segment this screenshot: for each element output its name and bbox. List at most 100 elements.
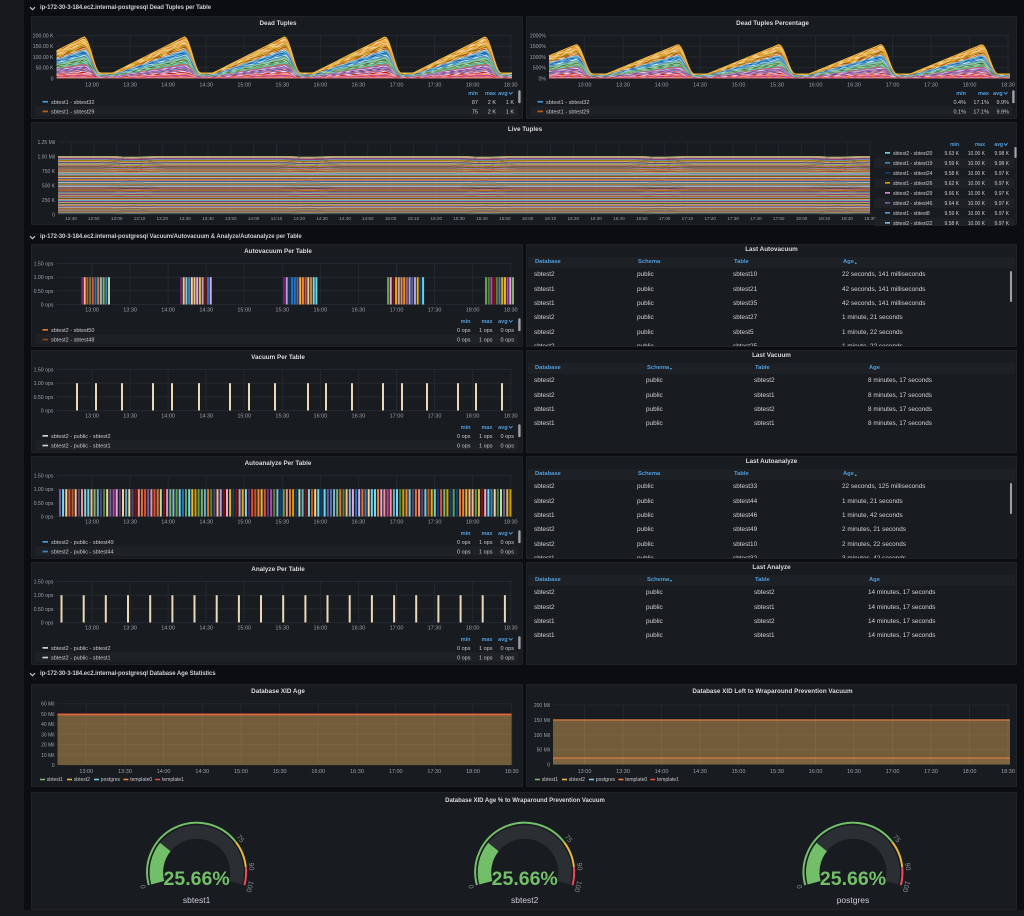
svg-text:15:20: 15:20 [431, 216, 443, 221]
svg-text:15:00: 15:00 [237, 308, 251, 314]
svg-text:16:00: 16:00 [314, 83, 328, 89]
svg-text:13:00: 13:00 [85, 308, 99, 314]
svg-text:500 K: 500 K [42, 184, 56, 190]
svg-text:1.50 ops: 1.50 ops [34, 262, 54, 268]
svg-text:1500%: 1500% [530, 44, 547, 50]
svg-text:1.25 Mil: 1.25 Mil [37, 140, 55, 146]
svg-text:0 ops: 0 ops [457, 540, 471, 546]
svg-text:0 ops: 0 ops [457, 444, 471, 450]
svg-text:16:30: 16:30 [352, 83, 366, 89]
svg-text:min: min [461, 531, 471, 537]
svg-text:18:20: 18:20 [841, 216, 853, 221]
svg-text:13:30: 13:30 [616, 769, 630, 775]
svg-text:13:00: 13:00 [578, 769, 592, 775]
svg-text:14:00: 14:00 [655, 83, 669, 89]
svg-text:13:30: 13:30 [123, 308, 137, 314]
svg-text:15:30: 15:30 [275, 520, 289, 526]
svg-text:14:00: 14:00 [248, 216, 260, 221]
svg-text:0 ops: 0 ops [41, 621, 54, 627]
svg-text:14:30: 14:30 [316, 216, 328, 221]
svg-text:14:30: 14:30 [199, 626, 213, 632]
svg-text:17:00: 17:00 [886, 769, 900, 775]
svg-text:16:50: 16:50 [636, 216, 648, 221]
svg-text:17:00: 17:00 [390, 520, 404, 526]
svg-text:14:30: 14:30 [693, 769, 707, 775]
svg-text:16:20: 16:20 [568, 216, 580, 221]
svg-text:0%: 0% [539, 76, 547, 82]
svg-text:Database XID Age: Database XID Age [251, 688, 305, 695]
svg-text:sbtest2 - public - sbtest2: sbtest2 - public - sbtest2 [51, 434, 111, 440]
svg-text:16:00: 16:00 [522, 216, 534, 221]
svg-text:500%: 500% [533, 66, 547, 72]
svg-text:9.9%: 9.9% [996, 110, 1009, 116]
svg-text:10.00 K: 10.00 K [968, 151, 986, 157]
svg-text:17:30: 17:30 [428, 626, 442, 632]
svg-text:14:00: 14:00 [161, 83, 175, 89]
svg-text:18:00: 18:00 [466, 520, 480, 526]
svg-text:0 ops: 0 ops [501, 338, 515, 344]
svg-text:sbtest1: sbtest1 [183, 895, 211, 905]
svg-text:12:40: 12:40 [65, 216, 77, 221]
svg-text:14:30: 14:30 [199, 83, 213, 89]
svg-text:0 ops: 0 ops [457, 656, 471, 662]
svg-text:0: 0 [796, 883, 804, 889]
svg-text:9.97 K: 9.97 K [995, 181, 1010, 187]
svg-text:100.00 K: 100.00 K [33, 55, 54, 61]
svg-text:9.97 K: 9.97 K [995, 221, 1010, 226]
svg-text:1.00 Mil: 1.00 Mil [37, 155, 55, 161]
svg-text:15:00: 15:00 [237, 626, 251, 632]
svg-text:10.00 K: 10.00 K [968, 221, 986, 226]
svg-text:14:30: 14:30 [199, 520, 213, 526]
svg-text:750 K: 750 K [42, 169, 56, 175]
svg-text:1.50 ops: 1.50 ops [34, 580, 54, 586]
svg-text:10.00 K: 10.00 K [968, 191, 986, 197]
svg-text:9.97 K: 9.97 K [995, 211, 1010, 217]
svg-text:13:30: 13:30 [179, 216, 191, 221]
svg-text:16:30: 16:30 [590, 216, 602, 221]
svg-text:14:00: 14:00 [157, 769, 171, 775]
svg-text:10.00 K: 10.00 K [968, 161, 986, 167]
svg-text:14:30: 14:30 [199, 414, 213, 420]
svg-text:avg: avg [498, 91, 507, 97]
svg-text:avg: avg [498, 531, 507, 537]
svg-text:Autovacuum Per Table: Autovacuum Per Table [244, 248, 312, 255]
svg-text:Live Tuples: Live Tuples [508, 126, 543, 133]
svg-text:150.00 K: 150.00 K [33, 44, 54, 50]
svg-text:13:30: 13:30 [123, 83, 137, 89]
svg-text:15:30: 15:30 [275, 414, 289, 420]
svg-text:15:30: 15:30 [275, 83, 289, 89]
svg-text:15:30: 15:30 [275, 308, 289, 314]
svg-text:sbtest2 - sbtest50: sbtest2 - sbtest50 [51, 328, 94, 334]
svg-text:18:30: 18:30 [1001, 83, 1015, 89]
svg-text:template1: template1 [657, 777, 679, 783]
svg-text:1 K: 1 K [506, 100, 515, 106]
svg-text:postgres: postgres [837, 895, 870, 905]
svg-text:15:00: 15:00 [237, 83, 251, 89]
svg-text:min: min [956, 91, 966, 97]
svg-text:0.50 ops: 0.50 ops [34, 395, 54, 401]
svg-text:10.00 K: 10.00 K [968, 181, 986, 187]
svg-text:0.50 ops: 0.50 ops [34, 501, 54, 507]
svg-text:Database XID Left to Wraparoun: Database XID Left to Wraparound Preventi… [692, 688, 853, 695]
svg-text:1 ops: 1 ops [479, 646, 493, 652]
svg-text:15:30: 15:30 [770, 769, 784, 775]
svg-text:15:00: 15:00 [732, 769, 746, 775]
svg-text:16:00: 16:00 [314, 626, 328, 632]
svg-text:13:50: 13:50 [225, 216, 237, 221]
svg-text:18:00: 18:00 [963, 769, 977, 775]
svg-text:150 Mil: 150 Mil [534, 718, 550, 724]
svg-text:Autoanalyze Per Table: Autoanalyze Per Table [245, 460, 312, 467]
svg-text:0 ops: 0 ops [457, 646, 471, 652]
svg-text:13:00: 13:00 [111, 216, 123, 221]
svg-text:14:30: 14:30 [195, 769, 209, 775]
svg-text:10.00 K: 10.00 K [968, 211, 986, 217]
svg-text:0: 0 [52, 763, 55, 769]
svg-text:2 K: 2 K [488, 100, 497, 106]
svg-text:Analyze Per Table: Analyze Per Table [251, 566, 305, 573]
svg-text:18:30: 18:30 [505, 769, 519, 775]
svg-text:13:00: 13:00 [79, 769, 93, 775]
svg-text:0 ops: 0 ops [41, 303, 54, 309]
svg-text:1.50 ops: 1.50 ops [34, 474, 54, 480]
svg-text:sbtest2 - sbtest29: sbtest2 - sbtest29 [893, 191, 933, 197]
svg-text:13:30: 13:30 [123, 414, 137, 420]
